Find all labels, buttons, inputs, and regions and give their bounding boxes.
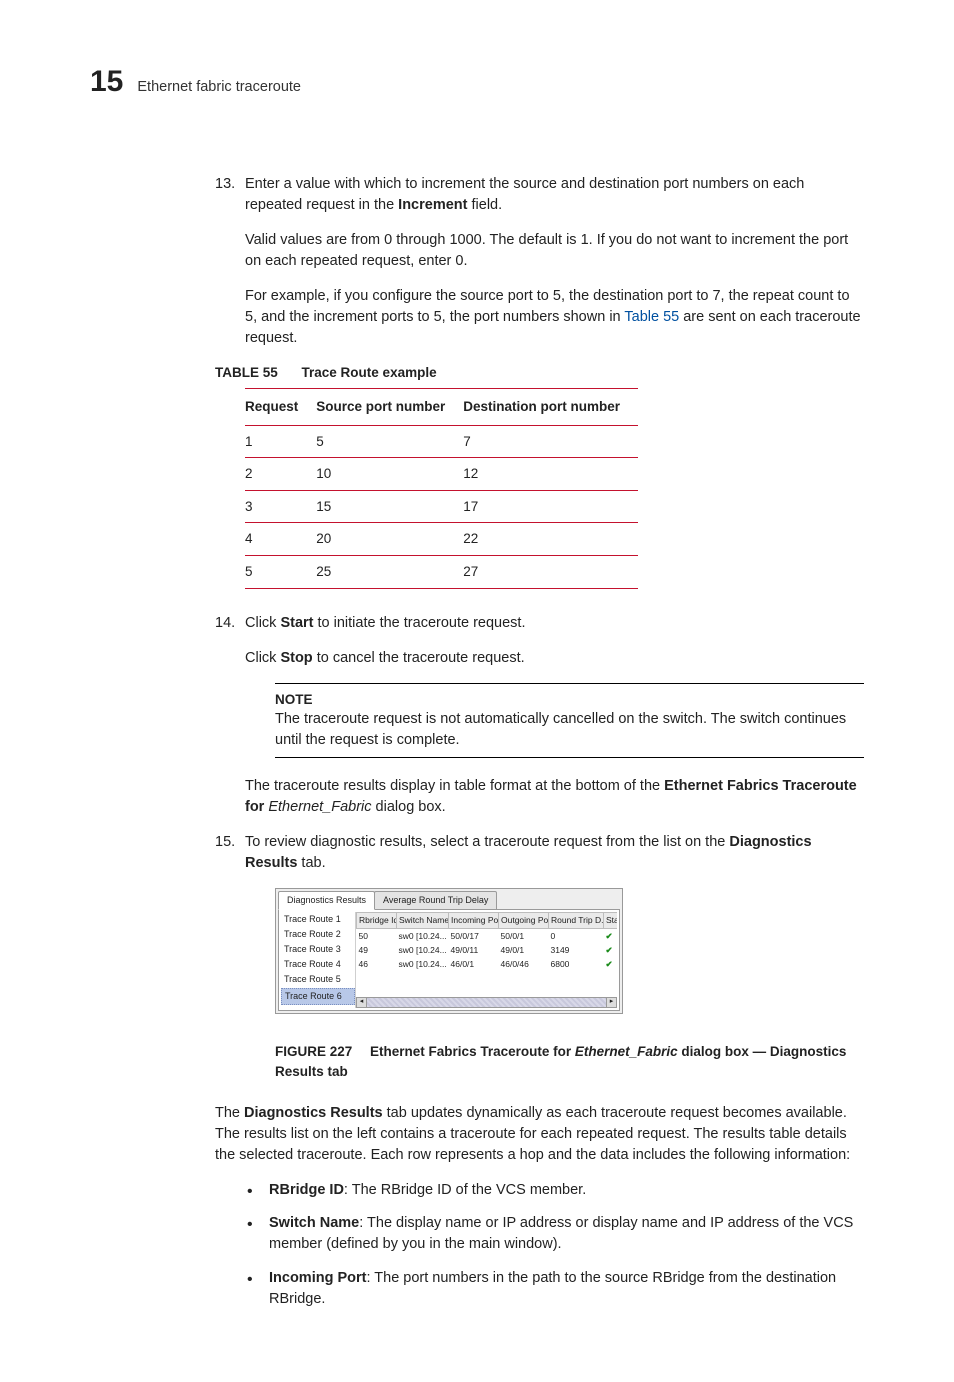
note-text: The traceroute request is not automatica… [275,709,864,751]
table-row: 21012 [245,458,638,491]
tab-diagnostics-results[interactable]: Diagnostics Results [278,891,375,910]
text: Valid values are from 0 through 1000. Th… [245,230,864,272]
col-outgoing[interactable]: Outgoing Port [499,913,549,928]
bullet-rbridge-id: RBridge ID: The RBridge ID of the VCS me… [245,1180,864,1201]
check-icon: ✔ [604,943,618,957]
text: Enter a value with which to increment th… [245,176,804,213]
text: tab. [297,855,325,871]
text: dialog box. [372,799,446,815]
table-title: Trace Route example [302,365,437,380]
page-header: 15 Ethernet fabric traceroute [90,60,864,104]
info-bullets: RBridge ID: The RBridge ID of the VCS me… [245,1180,864,1309]
results-table-area: Rbridge Id Switch Name Incoming Port Out… [356,912,617,1008]
list-item-selected[interactable]: Trace Route 6 [281,988,355,1005]
text: The [215,1105,244,1121]
tab-name: Diagnostics Results [244,1105,383,1121]
horizontal-scrollbar[interactable]: ◂ ▸ [356,997,617,1008]
tab-avg-round-trip[interactable]: Average Round Trip Delay [374,891,497,910]
text: to initiate the traceroute request. [314,615,526,631]
table-row: 42022 [245,523,638,556]
text: Click [245,615,280,631]
table-header-row: Rbridge Id Switch Name Incoming Port Out… [357,913,618,928]
bullet-switch-name: Switch Name: The display name or IP addr… [245,1213,864,1255]
link-table-55[interactable]: Table 55 [624,309,679,325]
trace-route-list[interactable]: Trace Route 1 Trace Route 2 Trace Route … [281,912,356,1008]
table-row[interactable]: 46sw0 [10.24...46/0/146/0/466800✔ [357,957,618,971]
step-15: 15. To review diagnostic results, select… [215,832,864,1081]
bullet-label: Incoming Port [269,1270,366,1286]
bullet-label: RBridge ID [269,1182,344,1198]
step-14: 14. Click Start to initiate the tracerou… [215,613,864,819]
list-item[interactable]: Trace Route 4 [281,957,355,972]
figure-label: FIGURE 227 [275,1044,352,1059]
table-row[interactable]: 49sw0 [10.24...49/0/1149/0/13149✔ [357,943,618,957]
text: Click [245,650,280,666]
list-item[interactable]: Trace Route 2 [281,927,355,942]
field-name-increment: Increment [398,197,467,213]
step-number: 14. [215,613,235,634]
figure-227: Diagnostics Results Average Round Trip D… [275,888,623,1014]
col-switch-name[interactable]: Switch Name [397,913,449,928]
step-number: 13. [215,174,235,195]
figure-panel: Trace Route 1 Trace Route 2 Trace Route … [278,909,620,1011]
table-row: 157 [245,425,638,458]
button-name-start: Start [280,615,313,631]
dialog-name-italic: Ethernet_Fabric [268,799,371,815]
text: To review diagnostic results, select a t… [245,834,729,850]
table-label: TABLE 55 [215,365,278,380]
table-header-row: Request Source port number Destination p… [245,389,638,426]
step-13: 13. Enter a value with which to incremen… [215,174,864,349]
bullet-label: Switch Name [269,1215,359,1231]
col-rbridge[interactable]: Rbridge Id [357,913,397,928]
results-table: Rbridge Id Switch Name Incoming Port Out… [356,912,617,971]
text: Ethernet Fabrics Traceroute for [370,1044,575,1059]
note-label: NOTE [275,690,864,710]
table-row: 52527 [245,555,638,588]
button-name-stop: Stop [280,650,312,666]
table-row: 31517 [245,490,638,523]
text: field. [467,197,502,213]
list-item[interactable]: Trace Route 1 [281,912,355,927]
page-title: Ethernet fabric traceroute [137,77,301,98]
col-source-port: Source port number [316,389,463,426]
check-icon: ✔ [604,957,618,971]
table-55-caption: TABLE 55 Trace Route example [215,363,864,383]
col-dest-port: Destination port number [463,389,638,426]
scroll-right-icon[interactable]: ▸ [606,997,617,1008]
list-item[interactable]: Trace Route 5 [281,972,355,987]
figure-tabbar: Diagnostics Results Average Round Trip D… [278,891,620,910]
content-body: 13. Enter a value with which to incremen… [215,174,864,1310]
check-icon: ✔ [604,928,618,943]
bullet-incoming-port: Incoming Port: The port numbers in the p… [245,1268,864,1310]
table-55: Request Source port number Destination p… [245,388,638,588]
scroll-track[interactable] [367,997,606,1008]
list-item[interactable]: Trace Route 3 [281,942,355,957]
scroll-left-icon[interactable]: ◂ [356,997,367,1008]
note-box: NOTE The traceroute request is not autom… [275,683,864,759]
text: to cancel the traceroute request. [313,650,525,666]
chapter-number: 15 [90,60,123,104]
col-rtd[interactable]: Round Trip D... [549,913,604,928]
bullet-text: : The RBridge ID of the VCS member. [344,1182,586,1198]
figure-227-caption: FIGURE 227 Ethernet Fabrics Traceroute f… [275,1042,864,1081]
col-status[interactable]: Status [604,913,618,928]
table-row[interactable]: 50sw0 [10.24...50/0/1750/0/10✔ [357,928,618,943]
text-italic: Ethernet_Fabric [575,1044,678,1059]
col-request: Request [245,389,316,426]
col-incoming[interactable]: Incoming Port [449,913,499,928]
text: The traceroute results display in table … [245,778,664,794]
step-number: 15. [215,832,235,853]
